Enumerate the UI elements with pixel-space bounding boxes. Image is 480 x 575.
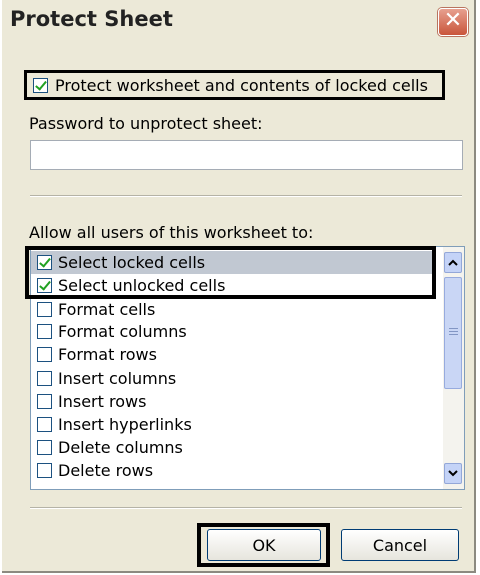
checkbox-icon[interactable] [33, 77, 48, 93]
password-label: Password to unprotect sheet: [29, 114, 263, 133]
checkbox-icon[interactable] [37, 302, 52, 317]
list-item-format-rows[interactable]: Format rows [31, 343, 436, 366]
grip-line [449, 328, 458, 329]
cancel-button[interactable]: Cancel [341, 529, 459, 561]
ok-button[interactable]: OK [207, 529, 321, 561]
password-input[interactable] [30, 140, 463, 170]
separator [30, 195, 462, 197]
separator [30, 507, 462, 509]
close-icon[interactable]: ✕ [438, 8, 468, 36]
scroll-down-button[interactable] [444, 463, 462, 484]
protect-worksheet-checkbox[interactable]: Protect worksheet and contents of locked… [24, 70, 445, 100]
chevron-up-icon [448, 259, 458, 266]
vertical-scrollbar[interactable] [443, 247, 464, 489]
checkbox-icon[interactable] [37, 463, 52, 478]
list-item-label: Insert hyperlinks [58, 415, 192, 434]
highlight-annotation [25, 246, 436, 299]
checkbox-icon[interactable] [37, 347, 52, 362]
scroll-up-button[interactable] [444, 252, 462, 273]
checkbox-icon[interactable] [37, 440, 52, 455]
list-item-delete-rows[interactable]: Delete rows [31, 459, 436, 482]
chevron-down-icon [448, 470, 458, 477]
dialog-title: Protect Sheet [10, 7, 173, 31]
list-item-label: Insert columns [58, 369, 177, 388]
list-item-delete-columns[interactable]: Delete columns [31, 436, 436, 459]
list-item-label: Format cells [58, 300, 156, 319]
list-item-label: Format rows [58, 345, 157, 364]
list-item-format-columns[interactable]: Format columns [31, 320, 436, 343]
list-item-format-cells[interactable]: Format cells [31, 298, 436, 321]
protect-sheet-dialog: Protect Sheet ✕ Protect worksheet and co… [2, 0, 476, 573]
list-item-label: Delete rows [58, 461, 154, 480]
title-bar: Protect Sheet ✕ [2, 0, 474, 40]
allow-users-label: Allow all users of this worksheet to: [29, 223, 314, 242]
list-item-insert-rows[interactable]: Insert rows [31, 390, 436, 413]
grip-line [449, 331, 458, 332]
protect-worksheet-label: Protect worksheet and contents of locked… [55, 75, 428, 95]
checkbox-icon[interactable] [37, 417, 52, 432]
grip-line [449, 334, 458, 335]
list-item-label: Format columns [58, 322, 187, 341]
checkbox-icon[interactable] [37, 324, 52, 339]
list-item-insert-hyperlinks[interactable]: Insert hyperlinks [31, 413, 436, 436]
list-item-label: Delete columns [58, 438, 183, 457]
list-item-insert-columns[interactable]: Insert columns [31, 367, 436, 390]
checkbox-icon[interactable] [37, 371, 52, 386]
list-item-label: Insert rows [58, 392, 147, 411]
checkbox-icon[interactable] [37, 394, 52, 409]
scroll-thumb[interactable] [444, 277, 462, 389]
